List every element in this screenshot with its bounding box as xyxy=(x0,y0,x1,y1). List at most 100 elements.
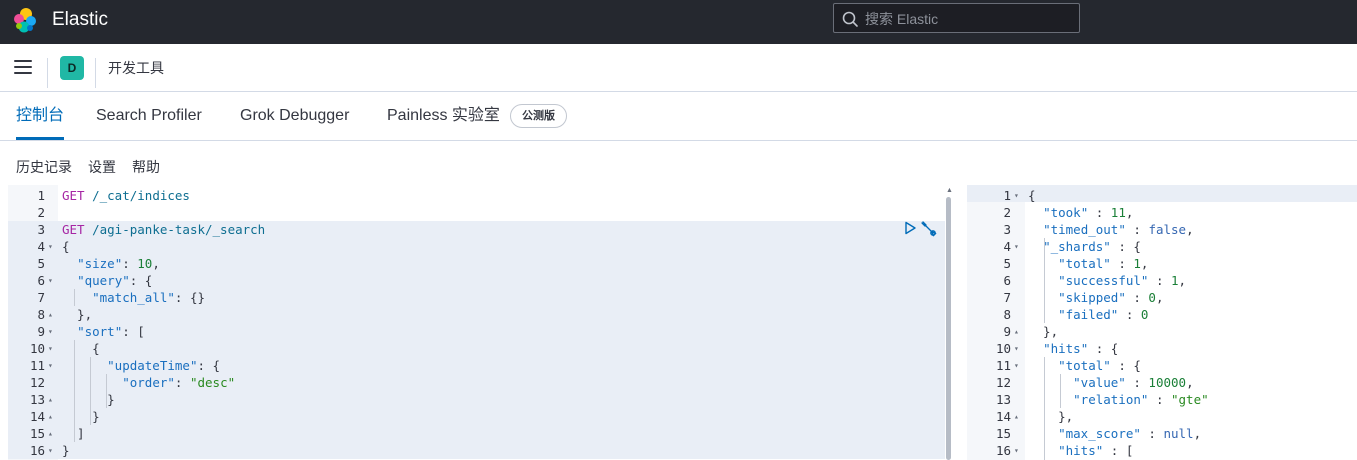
line-number: 13 xyxy=(29,392,45,407)
code-line[interactable]: 8 "failed" : 0 xyxy=(967,306,1357,323)
console-toolbar: 历史记录 设置 帮助 xyxy=(0,141,1357,185)
code-text: "skipped" : 0, xyxy=(1058,290,1164,305)
code-line[interactable]: 2 "took" : 11, xyxy=(967,204,1357,221)
code-line[interactable]: 8 ▴ }, xyxy=(8,306,953,323)
fold-toggle-icon[interactable]: ▾ xyxy=(1014,340,1019,357)
request-editor[interactable]: 1 GET /_cat/indices 2 3 GET /agi-panke-task/… xyxy=(8,185,953,460)
search-icon xyxy=(842,11,858,27)
tab-painless-lab[interactable]: Painless 实验室 xyxy=(387,106,500,126)
brand-name[interactable]: Elastic xyxy=(52,8,108,32)
code-line[interactable]: 13 ▴ } xyxy=(8,391,953,408)
code-line[interactable]: 7 "match_all": {} xyxy=(8,289,953,306)
code-line[interactable]: 3 "timed_out" : false, xyxy=(967,221,1357,238)
code-line[interactable]: 3 GET /agi-panke-task/_search xyxy=(8,221,953,238)
fold-toggle-icon[interactable]: ▾ xyxy=(48,323,53,340)
fold-toggle-icon[interactable]: ▾ xyxy=(48,442,53,459)
fold-toggle-icon[interactable]: ▴ xyxy=(48,425,53,442)
code-text: "hits" : { xyxy=(1043,341,1119,356)
code-line[interactable]: 9 ▾ "sort": [ xyxy=(8,323,953,340)
play-icon[interactable] xyxy=(903,221,917,235)
code-line[interactable]: 11 ▾ "total" : { xyxy=(967,357,1357,374)
code-line[interactable]: 14 ▴ } xyxy=(8,408,953,425)
line-number: 1 xyxy=(1003,188,1011,203)
line-number: 13 xyxy=(995,392,1011,407)
fold-toggle-icon[interactable]: ▾ xyxy=(1014,238,1019,255)
tab-grok-debugger[interactable]: Grok Debugger xyxy=(240,106,349,126)
scrollbar-thumb[interactable] xyxy=(946,197,951,460)
code-line[interactable]: 9 ▴ }, xyxy=(967,323,1357,340)
code-line[interactable]: 7 "skipped" : 0, xyxy=(967,289,1357,306)
code-line[interactable]: 6 "successful" : 1, xyxy=(967,272,1357,289)
scroll-up-icon[interactable]: ▲ xyxy=(946,187,953,194)
fold-toggle-icon[interactable]: ▾ xyxy=(1014,442,1019,459)
fold-toggle-icon[interactable]: ▴ xyxy=(1014,408,1019,425)
code-line[interactable]: 16 ▾} xyxy=(8,442,953,459)
pane-resizer[interactable] xyxy=(953,185,967,460)
wrench-icon[interactable] xyxy=(920,220,937,237)
fold-toggle-icon[interactable]: ▾ xyxy=(1014,357,1019,374)
tab-console[interactable]: 控制台 xyxy=(16,106,64,126)
tab-search-profiler[interactable]: Search Profiler xyxy=(96,106,202,126)
fold-toggle-icon[interactable]: ▾ xyxy=(48,272,53,289)
indent-guide xyxy=(1044,238,1045,323)
active-tab-indicator xyxy=(16,137,64,140)
code-line[interactable]: 4 ▾ "_shards" : { xyxy=(967,238,1357,255)
code-line[interactable]: 15 "max_score" : null, xyxy=(967,425,1357,442)
code-text: GET /_cat/indices xyxy=(62,188,190,203)
line-number: 9 xyxy=(1003,324,1011,339)
fold-toggle-icon[interactable]: ▾ xyxy=(48,340,53,357)
space-avatar[interactable]: D xyxy=(60,56,84,80)
menu-icon[interactable] xyxy=(14,60,32,74)
line-number: 8 xyxy=(37,307,45,322)
response-output[interactable]: 1 ▾{2 "took" : 11, 3 "timed_out" : false, 4… xyxy=(967,185,1357,460)
fold-toggle-icon[interactable]: ▾ xyxy=(48,238,53,255)
line-number: 14 xyxy=(995,409,1011,424)
fold-toggle-icon[interactable]: ▴ xyxy=(1014,323,1019,340)
fold-toggle-icon[interactable]: ▴ xyxy=(48,306,53,323)
help-link[interactable]: 帮助 xyxy=(132,158,160,176)
code-line[interactable]: 10 ▾ { xyxy=(8,340,953,357)
fold-toggle-icon[interactable]: ▾ xyxy=(48,357,53,374)
fold-toggle-icon[interactable]: ▾ xyxy=(1014,187,1019,204)
settings-link[interactable]: 设置 xyxy=(88,158,116,176)
code-line[interactable]: 5 "size": 10, xyxy=(8,255,953,272)
breadcrumb-bar: D 开发工具 xyxy=(0,44,1357,92)
code-line[interactable]: 12 "order": "desc" xyxy=(8,374,953,391)
code-line[interactable]: 11 ▾ "updateTime": { xyxy=(8,357,953,374)
indent-guide xyxy=(74,340,75,442)
code-line[interactable]: 5 "total" : 1, xyxy=(967,255,1357,272)
code-line[interactable]: 2 xyxy=(8,204,953,221)
code-line[interactable]: 14 ▴ }, xyxy=(967,408,1357,425)
code-line[interactable]: 12 "value" : 10000, xyxy=(967,374,1357,391)
line-number: 4 xyxy=(1003,239,1011,254)
code-text: }, xyxy=(62,307,93,322)
code-text: "value" : 10000, xyxy=(1073,375,1194,390)
code-line[interactable]: 13 "relation" : "gte" xyxy=(967,391,1357,408)
line-number: 10 xyxy=(29,341,45,356)
code-line[interactable]: 1 GET /_cat/indices xyxy=(8,187,953,204)
line-number: 6 xyxy=(37,273,45,288)
code-line[interactable]: 16 ▾ "hits" : [ xyxy=(967,442,1357,459)
line-number: 5 xyxy=(37,256,45,271)
code-line[interactable]: 4 ▾ { xyxy=(8,238,953,255)
history-link[interactable]: 历史记录 xyxy=(16,158,72,176)
fold-toggle-icon[interactable]: ▴ xyxy=(48,391,53,408)
request-scrollbar[interactable]: ▲ xyxy=(945,185,953,460)
fold-toggle-icon[interactable]: ▴ xyxy=(48,408,53,425)
line-number: 4 xyxy=(37,239,45,254)
divider xyxy=(95,58,96,88)
code-text: "relation" : "gte" xyxy=(1073,392,1209,407)
code-text: "failed" : 0 xyxy=(1058,307,1149,322)
elastic-logo-icon[interactable] xyxy=(12,7,38,33)
code-line[interactable]: 6 ▾ "query": { xyxy=(8,272,953,289)
code-text: "query": { xyxy=(77,273,153,288)
line-number: 3 xyxy=(37,222,45,237)
indent-guide xyxy=(1044,357,1045,460)
code-line[interactable]: 10 ▾ "hits" : { xyxy=(967,340,1357,357)
code-line[interactable]: 1 ▾ { xyxy=(967,187,1357,204)
code-line[interactable]: 15 ▴ ] xyxy=(8,425,953,442)
code-text: }, xyxy=(1028,409,1074,424)
search-input[interactable]: 搜索 Elastic xyxy=(833,3,1080,33)
line-number: 16 xyxy=(29,443,45,458)
search-placeholder: 搜索 Elastic xyxy=(865,11,939,27)
